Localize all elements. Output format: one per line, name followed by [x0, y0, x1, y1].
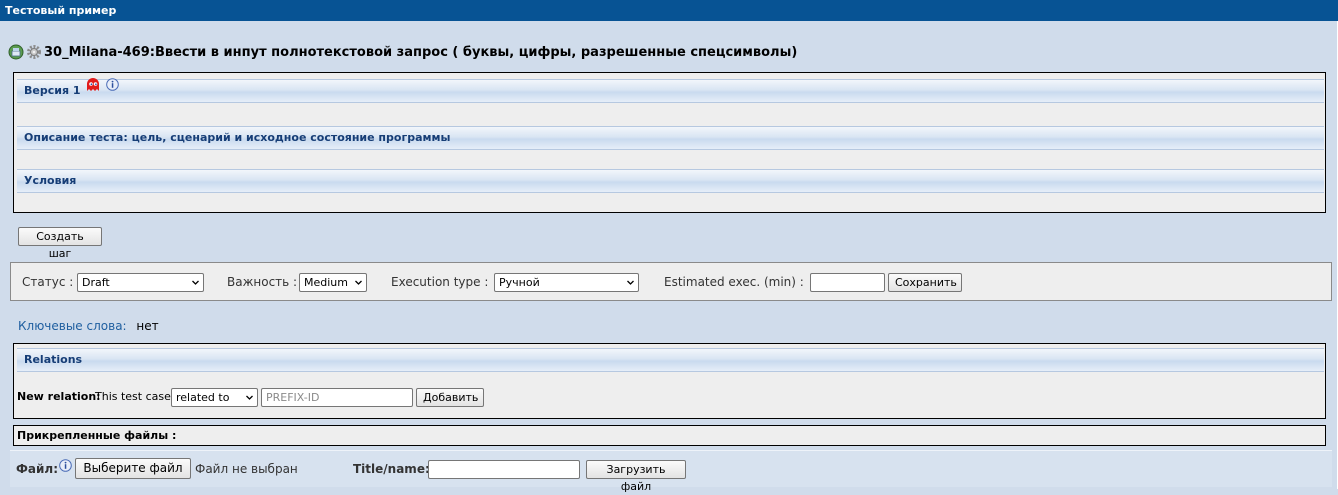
importance-value: Medium [304, 276, 348, 289]
relations-title: Relations [24, 353, 83, 366]
new-relation-label: New relation: [17, 390, 101, 403]
conditions-bar[interactable]: Условия [17, 169, 1324, 193]
window-titlebar: Тестовый пример [0, 0, 1338, 21]
exec-type-value: Ручной [499, 276, 540, 289]
info-icon[interactable] [106, 77, 119, 99]
conditions-label: Условия [24, 174, 77, 187]
file-upload-row: Файл: Выберите файл Файл не выбран Title… [10, 450, 1332, 493]
estimated-label: Estimated exec. (min) : [664, 275, 804, 289]
version-bar[interactable]: Версия 1 [17, 77, 1324, 103]
keywords-row: Ключевые слова: нет [18, 318, 159, 334]
attributes-panel: Статус : Draft Важность : Medium Executi… [10, 262, 1332, 301]
version-panel: Версия 1 Описание теста: цель, сценарий … [13, 72, 1326, 213]
choose-file-button[interactable]: Выберите файл [75, 458, 191, 479]
testcase-header: 30_Milana-469:Ввести в инпут полнотексто… [8, 42, 797, 62]
version-label: Версия 1 [24, 84, 81, 97]
relations-bar[interactable]: Relations [17, 348, 1324, 372]
info-icon[interactable] [59, 459, 72, 475]
title-name-label: Title/name: [353, 462, 430, 476]
no-file-text: Файл не выбран [195, 462, 298, 476]
create-step-button[interactable]: Создать шаг [18, 227, 102, 260]
status-label: Статус : [22, 275, 74, 289]
exec-type-select[interactable]: Ручной [494, 273, 639, 292]
file-label: Файл: [16, 462, 58, 476]
settings-icon[interactable] [26, 44, 42, 60]
this-case-label: This test case [95, 390, 171, 403]
relation-type-select[interactable]: related to [171, 388, 258, 407]
relation-type-value: related to [176, 391, 230, 404]
title-name-input[interactable] [428, 460, 580, 479]
description-label: Описание теста: цель, сценарий и исходно… [24, 131, 451, 144]
window-title: Тестовый пример [5, 4, 117, 17]
exec-type-label: Execution type : [391, 275, 489, 289]
save-button[interactable]: Сохранить [888, 273, 962, 292]
description-bar[interactable]: Описание теста: цель, сценарий и исходно… [17, 126, 1324, 150]
status-value: Draft [82, 276, 110, 289]
testcase-title: 30_Milana-469:Ввести в инпут полнотексто… [44, 44, 798, 60]
chevron-down-icon [355, 280, 362, 285]
importance-select[interactable]: Medium [299, 273, 367, 292]
keywords-link[interactable]: Ключевые слова [18, 319, 123, 333]
execution-history-icon[interactable] [8, 44, 24, 60]
keywords-value: нет [136, 319, 159, 333]
relations-panel: Relations New relation: This test case r… [13, 343, 1326, 419]
keywords-separator: : [122, 319, 127, 333]
importance-label: Важность : [227, 275, 298, 289]
chevron-down-icon [627, 280, 634, 285]
upload-file-button[interactable]: Загрузить файл [586, 460, 686, 493]
add-relation-button[interactable]: Добавить [416, 388, 484, 407]
prefix-id-input[interactable]: PREFIX-ID [261, 388, 413, 407]
chevron-down-icon [192, 280, 199, 285]
attachments-panel: Прикрепленные файлы : [13, 425, 1326, 446]
estimated-input[interactable] [810, 273, 885, 292]
status-select[interactable]: Draft [77, 273, 204, 292]
ghost-icon[interactable] [86, 78, 100, 100]
attachments-title: Прикрепленные файлы : [17, 429, 177, 442]
chevron-down-icon [246, 395, 253, 400]
